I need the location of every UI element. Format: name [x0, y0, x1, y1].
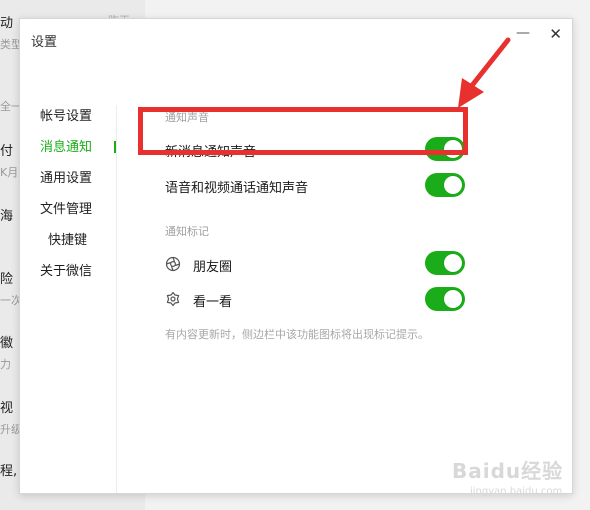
bg-chat-sub: K月 — [0, 166, 19, 179]
bg-chat-title: 险 — [0, 272, 14, 287]
bg-chat-title: 徽 — [0, 336, 14, 351]
badge-hint-text: 有内容更新时，侧边栏中该功能图标将出现标记提示。 — [165, 328, 429, 341]
close-button[interactable]: ✕ — [549, 25, 562, 43]
sidebar-item-shortcuts[interactable]: 快捷键 — [48, 229, 87, 248]
bg-chat-title: 动 — [0, 16, 14, 31]
bg-chat-title: 视 — [0, 401, 14, 416]
highlight-box — [138, 107, 468, 155]
sidebar-item-notifications[interactable]: 消息通知 — [40, 136, 92, 155]
watermark-url: jingyan.baidu.com — [470, 486, 563, 497]
moments-label: 朋友圈 — [193, 260, 233, 275]
sidebar-item-files[interactable]: 文件管理 — [40, 198, 92, 217]
look-badge-toggle[interactable] — [425, 287, 465, 311]
bg-chat-title: 海 — [0, 209, 14, 224]
call-sound-label: 语音和视频通话通知声音 — [165, 181, 309, 196]
look-label: 看一看 — [193, 295, 233, 310]
sidebar-item-account[interactable]: 帐号设置 — [40, 105, 92, 124]
bg-chat-sub: 力 — [0, 358, 11, 371]
toggle-knob — [444, 176, 462, 194]
window-title: 设置 — [31, 35, 58, 50]
section-title-badge: 通知标记 — [165, 225, 209, 238]
sidebar-item-general[interactable]: 通用设置 — [40, 167, 92, 186]
watermark-logo: Baidu经验 — [452, 459, 564, 483]
sidebar-divider — [116, 105, 117, 493]
moments-badge-toggle[interactable] — [425, 251, 465, 275]
moments-icon — [165, 256, 181, 272]
toggle-knob — [444, 290, 462, 308]
toggle-knob — [444, 254, 462, 272]
annotation-arrow-icon — [458, 37, 511, 108]
bg-chat-title: 付 — [0, 144, 14, 159]
look-icon — [166, 291, 180, 307]
sidebar-item-about[interactable]: 关于微信 — [40, 260, 92, 279]
call-sound-toggle[interactable] — [425, 173, 465, 197]
bg-chat-title: 程, — [0, 464, 18, 479]
